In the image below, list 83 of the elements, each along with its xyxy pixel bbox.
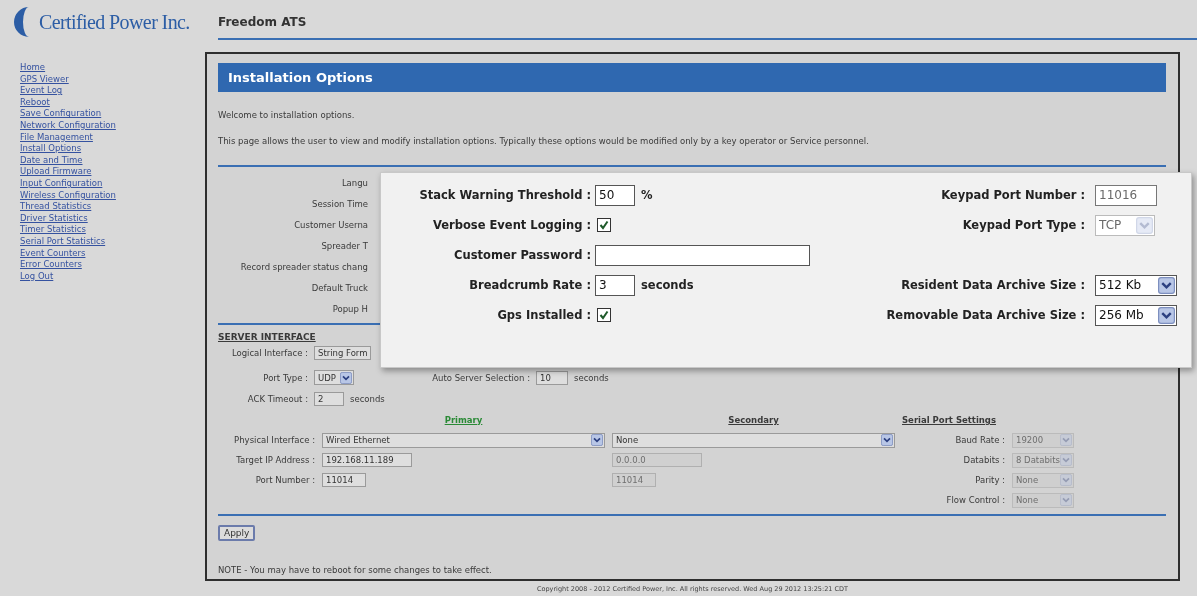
- nav-link[interactable]: Home: [20, 62, 46, 74]
- input-field[interactable]: 192.168.11.189: [322, 453, 412, 467]
- nav-link[interactable]: Log Out: [20, 270, 54, 283]
- field-label: Flow Control :: [946, 495, 1005, 505]
- field-label: Breadcrumb Rate :: [469, 278, 591, 292]
- nav-link[interactable]: Input Configuration: [20, 177, 103, 190]
- field-label: Customer Password :: [454, 248, 591, 262]
- field-label: Popup H: [332, 303, 368, 315]
- nav-link[interactable]: Event Counters: [20, 247, 86, 260]
- column-heading: Primary: [443, 415, 484, 425]
- dropdown[interactable]: UDP: [314, 370, 354, 385]
- dropdown-arrow-icon: [1060, 494, 1072, 506]
- input-field[interactable]: String Form: [314, 345, 372, 360]
- field-label: Session Time: [312, 198, 368, 210]
- unit-label: seconds: [350, 393, 385, 404]
- nav-link[interactable]: Network Configuration: [20, 119, 116, 132]
- field-label: Customer Userna: [294, 219, 368, 231]
- checkbox[interactable]: [597, 218, 611, 232]
- nav-link[interactable]: Driver Statistics: [20, 212, 88, 225]
- description-text: This page allows the user to view and modify installation options. Typically these options would be modified only by a key operator or Service personnel.: [218, 136, 870, 146]
- field-label: Langu: [341, 177, 368, 189]
- dropdown[interactable]: None: [612, 432, 895, 448]
- unit-label: %: [641, 188, 653, 202]
- field-label: Baud Rate :: [955, 435, 1005, 445]
- field-label: Spreader T: [321, 240, 368, 252]
- field-label: Resident Data Archive Size :: [901, 278, 1085, 292]
- field-label: Auto Server Selection :: [431, 372, 530, 383]
- field-label: ACK Timeout :: [246, 393, 308, 404]
- input-field[interactable]: 3: [595, 274, 635, 296]
- field-label: Default Truck: [311, 282, 368, 294]
- input-field[interactable]: 50: [595, 184, 635, 206]
- input-field[interactable]: [595, 244, 810, 266]
- brand-name: Certified Power Inc.: [39, 10, 190, 34]
- nav-link[interactable]: Wireless Configuration: [20, 189, 116, 202]
- note-text: NOTE - You may have to reboot for some changes to take effect.: [218, 565, 493, 575]
- input-field[interactable]: 2: [314, 391, 344, 406]
- column-heading: Secondary: [727, 415, 780, 425]
- field-label: Target IP Address :: [236, 455, 315, 465]
- section-heading: SERVER INTERFACE: [218, 332, 317, 342]
- field-label: Keypad Port Type :: [962, 218, 1085, 232]
- nav-link[interactable]: Reboot: [20, 96, 50, 109]
- nav-link[interactable]: Upload Firmware: [20, 166, 92, 178]
- dropdown[interactable]: Wired Ethernet: [322, 432, 605, 448]
- field-label: Record spreader status chang: [240, 261, 368, 273]
- nav-link[interactable]: Serial Port Statistics: [20, 235, 106, 248]
- field-label: Gps Installed :: [497, 308, 591, 322]
- apply-button[interactable]: Apply: [218, 525, 256, 541]
- nav-link[interactable]: Install Options: [20, 143, 82, 155]
- nav-link[interactable]: Save Configuration: [20, 108, 102, 120]
- unit-label: seconds: [574, 372, 609, 383]
- input-field[interactable]: 11014: [322, 473, 366, 487]
- checkbox[interactable]: [597, 308, 611, 322]
- input-field[interactable]: 10: [536, 370, 568, 385]
- field-label: Verbose Event Logging :: [432, 218, 591, 232]
- unit-label: seconds: [641, 278, 694, 292]
- nav-link[interactable]: Date and Time: [20, 154, 83, 167]
- site-title: Freedom ATS: [218, 15, 307, 29]
- field-label: Logical Interface :: [230, 347, 308, 358]
- dropdown-arrow-icon: [1060, 474, 1072, 486]
- field-label: Removable Data Archive Size :: [886, 308, 1085, 322]
- column-heading: Serial Port Settings: [902, 415, 997, 425]
- dropdown-arrow-icon: [881, 434, 893, 446]
- field-label: Databits :: [963, 455, 1005, 465]
- intro-text: Welcome to installation options.: [218, 110, 356, 120]
- field-label: Port Number :: [255, 475, 315, 485]
- nav-link[interactable]: Timer Statistics: [20, 224, 86, 236]
- nav-link[interactable]: Thread Statistics: [20, 201, 92, 213]
- logo-icon: [14, 7, 29, 37]
- dropdown-arrow-icon: [1060, 434, 1072, 446]
- nav-link[interactable]: Event Log: [20, 85, 63, 97]
- field-label: Port Type :: [262, 372, 308, 383]
- nav-link[interactable]: Error Counters: [20, 259, 82, 271]
- field-label: Physical Interface :: [234, 435, 315, 445]
- dropdown-arrow-icon: [1060, 454, 1072, 466]
- field-label: Stack Warning Threshold :: [419, 188, 591, 202]
- dropdown-arrow-icon: [591, 434, 603, 446]
- nav-link[interactable]: File Management: [20, 131, 93, 144]
- field-label: Keypad Port Number :: [941, 188, 1085, 202]
- field-label: Parity :: [975, 475, 1005, 485]
- panel-title: Installation Options: [228, 70, 373, 85]
- nav-link[interactable]: GPS Viewer: [20, 73, 69, 86]
- dropdown[interactable]: 512 Kb: [1095, 274, 1177, 296]
- dropdown[interactable]: 256 Mb: [1095, 304, 1177, 326]
